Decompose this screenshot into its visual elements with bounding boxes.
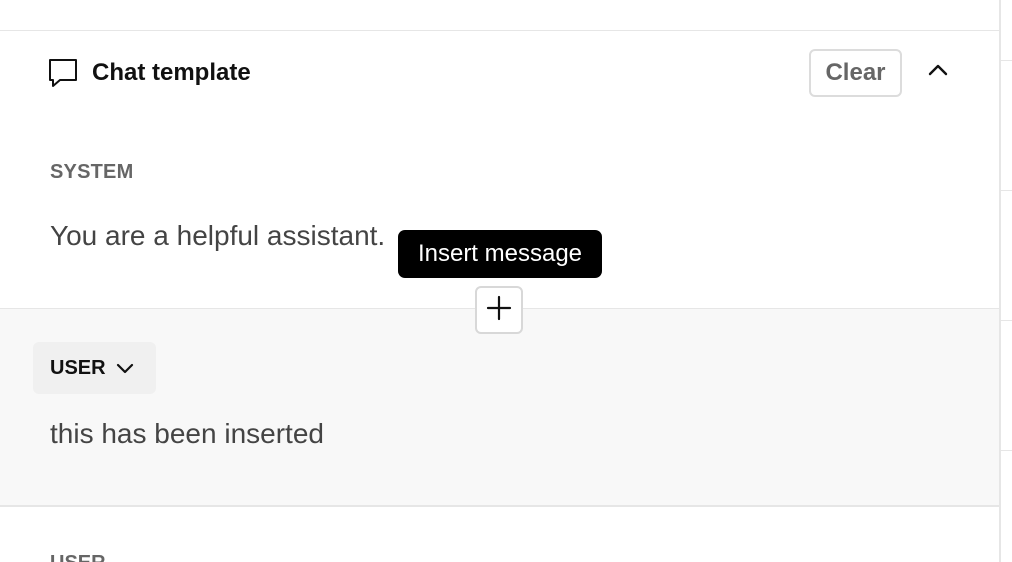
side-panel-edge <box>999 0 1012 562</box>
previous-section-edge <box>0 0 1000 31</box>
role-selector-label: USER <box>50 356 106 379</box>
system-message-content[interactable]: You are a helpful assistant. <box>50 219 385 253</box>
chat-template-panel: Chat template Clear SYSTEM You are a hel… <box>0 0 1000 562</box>
clear-button[interactable]: Clear <box>809 49 902 97</box>
user-message-content[interactable]: this has been inserted <box>50 417 324 451</box>
insert-message-button[interactable] <box>475 286 523 334</box>
chat-bubble-icon <box>48 58 78 88</box>
chevron-down-icon <box>116 362 134 374</box>
user-message <box>0 309 1000 507</box>
chat-template-title: Chat template <box>92 59 251 86</box>
system-message <box>0 115 1000 309</box>
next-message-role-label: USER <box>50 552 106 562</box>
system-role-label: SYSTEM <box>50 161 134 183</box>
role-selector[interactable]: USER <box>33 342 156 394</box>
chevron-up-icon <box>928 63 948 82</box>
plus-icon <box>486 295 512 326</box>
collapse-button[interactable] <box>922 57 954 87</box>
insert-message-tooltip: Insert message <box>398 230 602 278</box>
